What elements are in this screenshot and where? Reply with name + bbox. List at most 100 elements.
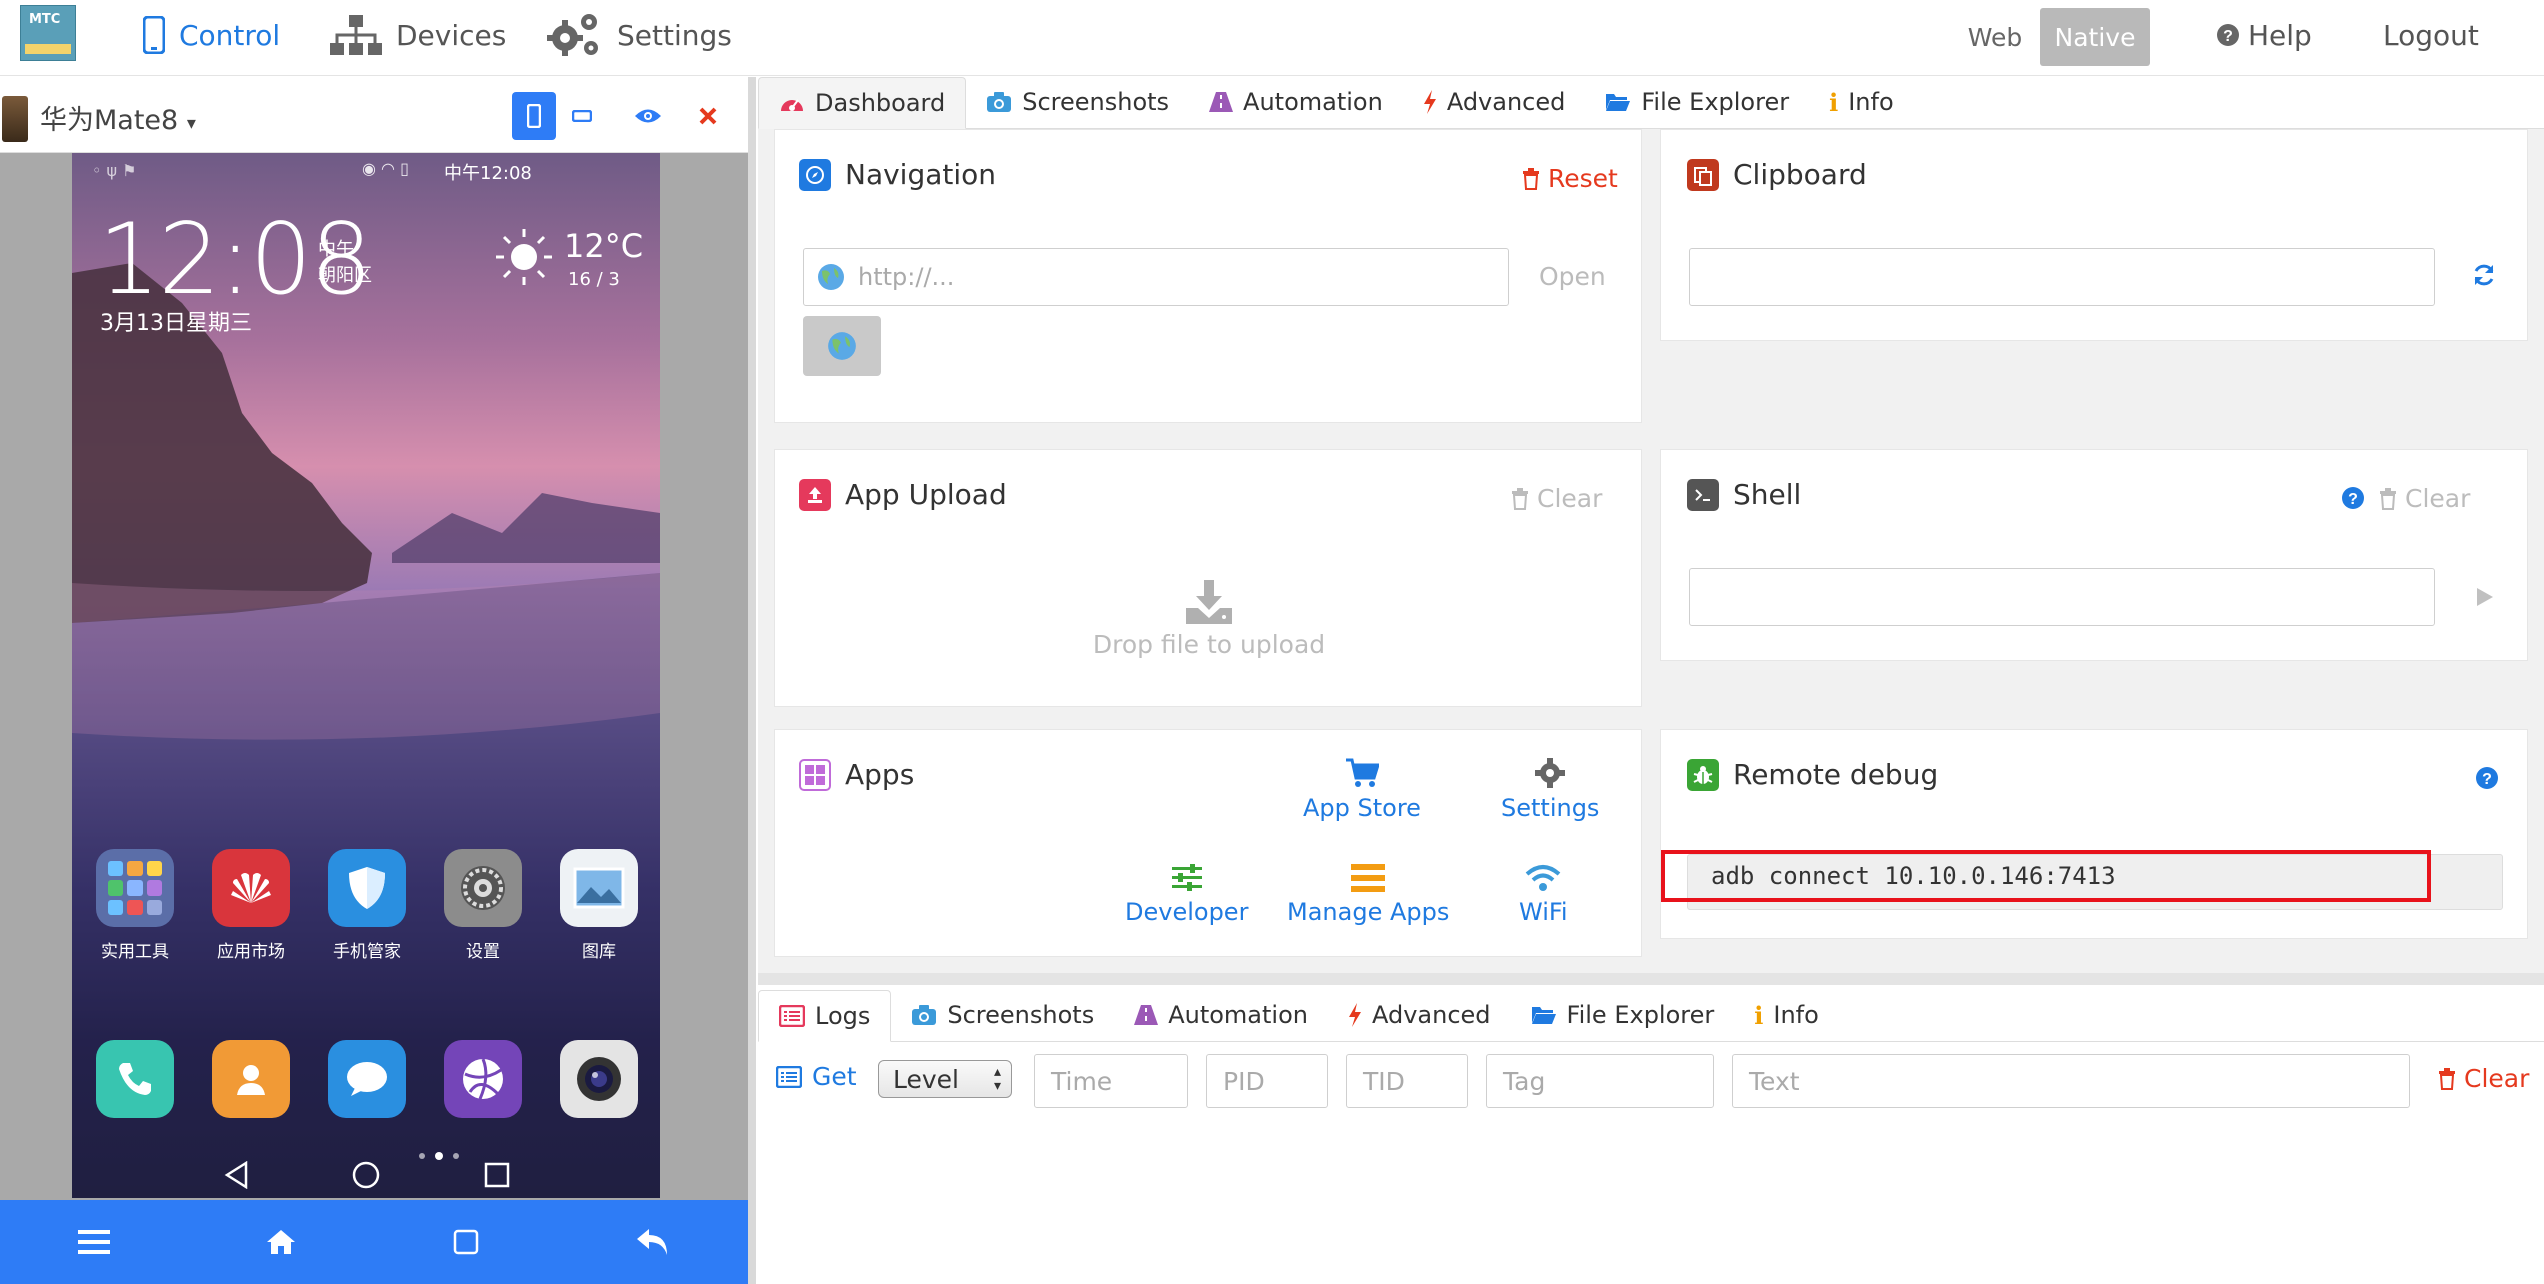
app-tools[interactable]: 实用工具 [96,849,174,962]
folder-icon [96,849,174,927]
developer-button[interactable]: Developer [1125,864,1248,926]
pid-filter-input[interactable]: PID [1206,1054,1328,1108]
status-time: 中午12:08 [444,163,532,184]
nav-settings[interactable]: Settings [545,0,732,70]
tab-automation[interactable]: Automation [1189,76,1403,128]
get-logs-button[interactable]: Get [776,1062,857,1091]
text-filter-input[interactable]: Text [1732,1054,2410,1108]
browse-button[interactable] [803,316,881,376]
tab-dashboard[interactable]: Dashboard [758,77,967,129]
drop-zone[interactable]: Drop file to upload [775,580,1643,659]
menu-icon[interactable] [77,1228,110,1256]
tab-file-explorer[interactable]: File Explorer [1585,76,1809,128]
list-icon [1351,864,1386,892]
app-gallery[interactable]: 图库 [560,849,638,962]
landscape-button[interactable] [560,92,604,140]
nav-control[interactable]: Control [143,0,280,70]
app-manager[interactable]: 手机管家 [328,849,406,962]
time-filter-input[interactable]: Time [1034,1054,1188,1108]
browser-icon[interactable] [444,1040,522,1118]
tab-info[interactable]: i Info [1734,989,1839,1041]
tab-automation[interactable]: Automation [1114,989,1328,1041]
svg-text:?: ? [2348,491,2358,508]
log-divider[interactable] [758,973,2544,985]
gears-icon [547,14,598,56]
tab-label: Info [1848,88,1894,116]
clipboard-title-row: Clipboard [1687,158,1867,191]
tid-filter-input[interactable]: TID [1346,1054,1468,1108]
android-back-icon[interactable] [224,1161,250,1189]
tab-label: Automation [1243,88,1383,116]
play-icon[interactable] [2475,586,2495,608]
tab-screenshots[interactable]: Screenshots [966,76,1189,128]
apps-title: Apps [845,758,915,791]
back-icon[interactable] [635,1227,671,1257]
shield-icon [328,849,406,927]
shell-title: Shell [1733,478,1802,511]
download-icon [1186,580,1232,624]
reset-button[interactable]: Reset [1522,164,1618,193]
shell-input[interactable] [1689,568,2435,626]
app-market[interactable]: 应用市场 [212,849,290,962]
dashboard-tabs: Dashboard Screenshots Automation Advance… [758,77,2544,129]
level-select[interactable]: Level ▴ ▾ [878,1060,1012,1098]
tab-logs[interactable]: Logs [758,990,892,1042]
tab-label: Advanced [1371,1001,1491,1029]
android-recents-icon[interactable] [484,1162,510,1188]
temperature-range: 16 / 3 [568,269,620,290]
refresh-icon[interactable] [2471,262,2497,288]
dashboard-icon [781,99,803,111]
nav-devices[interactable]: Devices [330,0,506,70]
clipboard-input[interactable] [1689,248,2435,306]
app-store-button[interactable]: App Store [1303,758,1421,822]
tab-screenshots[interactable]: Screenshots [891,989,1114,1041]
android-home-icon[interactable] [352,1161,380,1189]
mode-web-button[interactable]: Web [1950,8,2040,66]
mtc-logo[interactable]: MTC [20,5,76,61]
camera-icon[interactable] [560,1040,638,1118]
clock-period: 中午 [318,239,354,260]
manage-apps-button[interactable]: Manage Apps [1287,864,1449,926]
upload-clear-button[interactable]: Clear [1511,484,1602,513]
help-link[interactable]: ? Help [2216,0,2312,70]
overview-icon[interactable] [452,1228,480,1256]
wifi-button[interactable]: WiFi [1519,864,1568,926]
eye-icon [635,109,661,123]
mode-native-button[interactable]: Native [2040,8,2150,66]
tab-advanced[interactable]: Advanced [1328,989,1511,1041]
contacts-icon[interactable] [212,1040,290,1118]
settings-button[interactable]: Settings [1501,758,1599,822]
close-icon [699,107,717,125]
close-device-button[interactable] [686,92,730,140]
url-input[interactable]: http://... [803,248,1509,306]
temperature: 12°C [564,227,644,265]
tab-info[interactable]: i Info [1809,76,1914,128]
caret-down-icon: ▾ [186,113,196,134]
device-screen[interactable]: ◦ ψ ⚑ 中午12:08 ◉ ◠ ▯ 12:08 中午 朝阳区 3月13日星期… [72,153,660,1198]
portrait-button[interactable] [512,92,556,140]
trash-icon [2380,487,2396,510]
device-selector[interactable]: 华为Mate8 ▾ [40,98,196,137]
messages-icon[interactable] [328,1040,406,1118]
phone-icon[interactable] [96,1040,174,1118]
open-button[interactable]: Open [1539,262,1606,291]
adb-command[interactable]: adb connect 10.10.0.146:7413 [1711,862,2116,890]
app-store-label: App Store [1303,794,1421,822]
compass-icon [799,158,831,191]
log-area: Get Level ▴ ▾ Time PID TID Tag Text Clear [758,1042,2544,1284]
panel-divider[interactable] [748,77,756,1284]
tab-label: Logs [815,1002,871,1030]
tab-file-explorer[interactable]: File Explorer [1511,989,1735,1041]
question-circle-icon[interactable]: ? [2341,486,2365,510]
clear-logs-button[interactable]: Clear [2438,1064,2529,1093]
clear-logs-label: Clear [2464,1064,2530,1093]
home-icon[interactable] [265,1228,297,1256]
logout-link[interactable]: Logout [2383,0,2479,70]
question-circle-icon[interactable]: ? [2475,766,2499,790]
app-settings[interactable]: 设置 [444,849,522,962]
shell-clear-button[interactable]: Clear [2379,484,2470,513]
logout-label: Logout [2383,18,2479,52]
view-button[interactable] [626,92,670,140]
tag-filter-input[interactable]: Tag [1486,1054,1714,1108]
tab-advanced[interactable]: Advanced [1403,76,1586,128]
